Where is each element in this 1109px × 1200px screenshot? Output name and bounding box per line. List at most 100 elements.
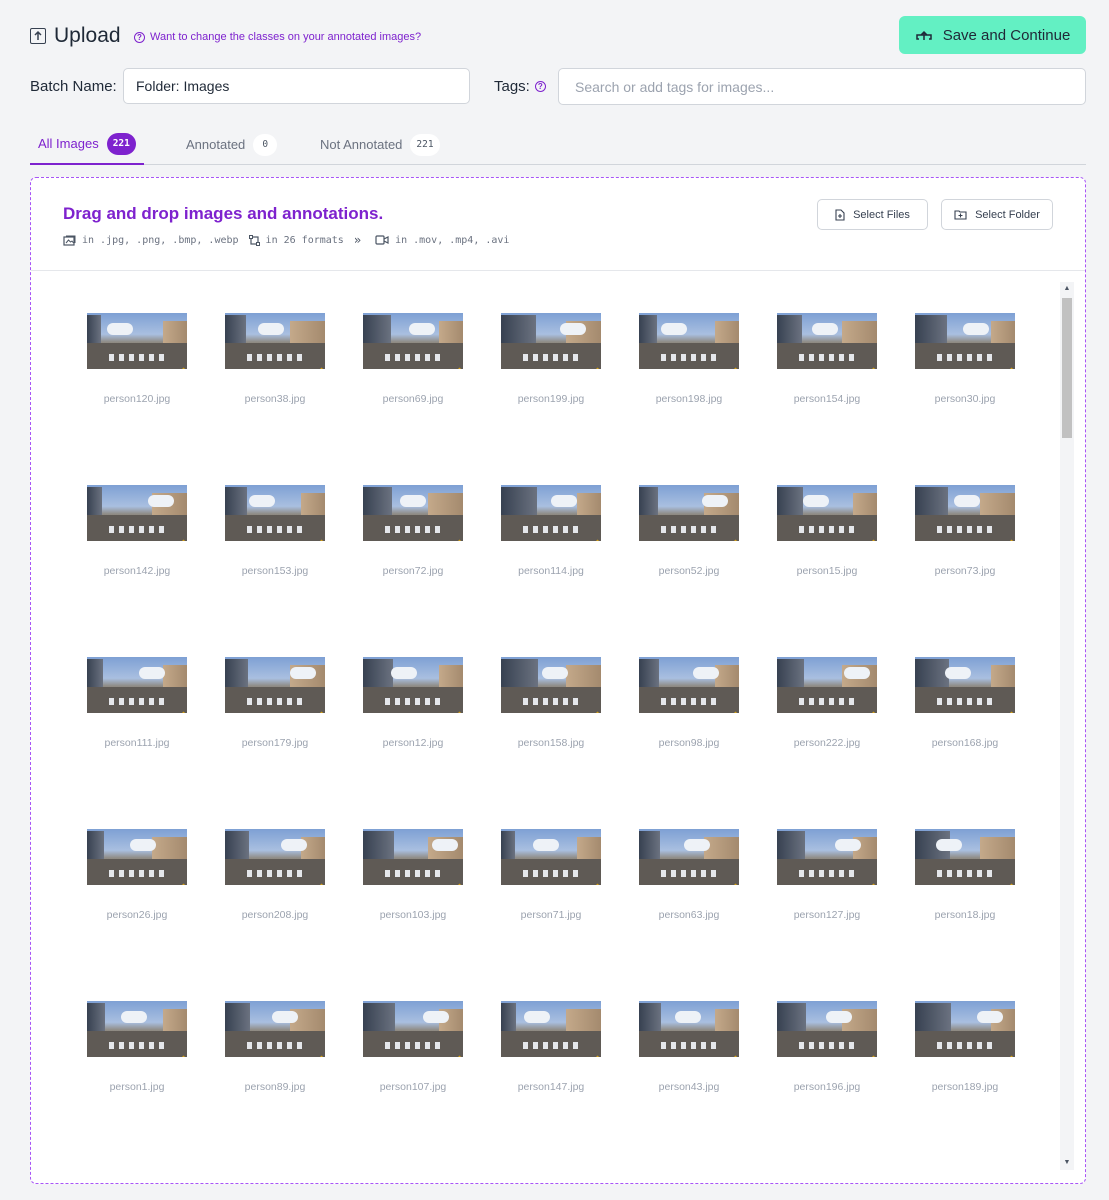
image-thumbnail-card[interactable]: person52.jpg — [639, 485, 739, 577]
tab-not-annotated[interactable]: Not Annotated 221 — [320, 124, 440, 165]
image-thumbnail-card[interactable]: person147.jpg — [501, 1001, 601, 1093]
image-thumbnail[interactable] — [87, 313, 187, 369]
image-thumbnail[interactable] — [87, 829, 187, 885]
image-thumbnail[interactable] — [777, 657, 877, 713]
image-thumbnail[interactable] — [225, 657, 325, 713]
image-thumbnail-card[interactable]: person1.jpg — [87, 1001, 187, 1093]
image-thumbnail[interactable] — [639, 485, 739, 541]
count-badge: 221 — [106, 132, 136, 155]
image-thumbnail-card[interactable]: person168.jpg — [915, 657, 1015, 749]
image-filename: person147.jpg — [517, 1081, 585, 1093]
image-thumbnail[interactable] — [363, 1001, 463, 1057]
tags-label-text: Tags: — [494, 78, 530, 95]
image-thumbnail-card[interactable]: person154.jpg — [777, 313, 877, 405]
image-thumbnail-card[interactable]: person189.jpg — [915, 1001, 1015, 1093]
image-thumbnail-card[interactable]: person18.jpg — [915, 829, 1015, 921]
tab-annotated[interactable]: Annotated 0 — [186, 124, 278, 165]
image-thumbnail[interactable] — [87, 1001, 187, 1057]
chevron-right-icon[interactable]: » — [354, 233, 361, 247]
image-thumbnail[interactable] — [501, 1001, 601, 1057]
image-thumbnail-card[interactable]: person111.jpg — [87, 657, 187, 749]
image-thumbnail-card[interactable]: person72.jpg — [363, 485, 463, 577]
image-thumbnail[interactable] — [915, 313, 1015, 369]
select-folder-button[interactable]: Select Folder — [941, 199, 1053, 230]
save-and-continue-button[interactable]: Save and Continue — [899, 16, 1086, 54]
annotation-formats: in 26 formats — [265, 234, 344, 246]
image-thumbnail-card[interactable]: person114.jpg — [501, 485, 601, 577]
image-thumbnail-card[interactable]: person103.jpg — [363, 829, 463, 921]
image-filename: person71.jpg — [520, 909, 582, 921]
image-thumbnail[interactable] — [363, 829, 463, 885]
image-thumbnail[interactable] — [225, 313, 325, 369]
image-thumbnail-card[interactable]: person30.jpg — [915, 313, 1015, 405]
image-thumbnail[interactable] — [501, 829, 601, 885]
batch-name-input[interactable] — [123, 68, 470, 104]
image-thumbnail-card[interactable]: person73.jpg — [915, 485, 1015, 577]
image-filename: person1.jpg — [109, 1081, 165, 1093]
image-thumbnail[interactable] — [363, 313, 463, 369]
image-thumbnail-card[interactable]: person26.jpg — [87, 829, 187, 921]
scrollbar[interactable]: ▲ ▼ — [1060, 282, 1074, 1170]
image-thumbnail[interactable] — [915, 657, 1015, 713]
change-classes-link[interactable]: ? Want to change the classes on your ann… — [134, 31, 421, 43]
image-filename: person18.jpg — [934, 909, 996, 921]
image-filename: person127.jpg — [793, 909, 861, 921]
image-thumbnail-card[interactable]: person208.jpg — [225, 829, 325, 921]
image-filename: person179.jpg — [241, 737, 309, 749]
image-thumbnail[interactable] — [501, 657, 601, 713]
scroll-down-arrow-icon[interactable]: ▼ — [1060, 1156, 1074, 1170]
tags-input[interactable] — [558, 68, 1086, 105]
image-filename: person38.jpg — [244, 393, 306, 405]
image-thumbnail-card[interactable]: person153.jpg — [225, 485, 325, 577]
image-thumbnail[interactable] — [639, 657, 739, 713]
tab-label: All Images — [38, 136, 99, 151]
image-thumbnail-card[interactable]: person38.jpg — [225, 313, 325, 405]
image-thumbnail[interactable] — [915, 485, 1015, 541]
image-thumbnail-card[interactable]: person89.jpg — [225, 1001, 325, 1093]
image-thumbnail[interactable] — [225, 485, 325, 541]
image-thumbnail[interactable] — [87, 485, 187, 541]
tags-help-icon[interactable]: ? — [534, 81, 546, 92]
image-thumbnail-card[interactable]: person69.jpg — [363, 313, 463, 405]
image-thumbnail-card[interactable]: person12.jpg — [363, 657, 463, 749]
dropzone[interactable]: Drag and drop images and annotations. in… — [30, 177, 1086, 1184]
image-thumbnail-card[interactable]: person222.jpg — [777, 657, 877, 749]
image-thumbnail-card[interactable]: person120.jpg — [87, 313, 187, 405]
image-thumbnail-card[interactable]: person179.jpg — [225, 657, 325, 749]
image-thumbnail-card[interactable]: person142.jpg — [87, 485, 187, 577]
select-files-button[interactable]: Select Files — [817, 199, 928, 230]
image-thumbnail[interactable] — [639, 313, 739, 369]
image-thumbnail-card[interactable]: person63.jpg — [639, 829, 739, 921]
image-thumbnail-card[interactable]: person107.jpg — [363, 1001, 463, 1093]
tab-all-images[interactable]: All Images 221 — [30, 124, 144, 165]
image-thumbnail-card[interactable]: person158.jpg — [501, 657, 601, 749]
image-thumbnail[interactable] — [225, 829, 325, 885]
image-thumbnail[interactable] — [915, 1001, 1015, 1057]
image-thumbnail[interactable] — [501, 485, 601, 541]
image-thumbnail[interactable] — [639, 829, 739, 885]
image-thumbnail-card[interactable]: person199.jpg — [501, 313, 601, 405]
image-thumbnail[interactable] — [501, 313, 601, 369]
image-thumbnail-card[interactable]: person98.jpg — [639, 657, 739, 749]
image-thumbnail[interactable] — [777, 1001, 877, 1057]
image-thumbnail[interactable] — [915, 829, 1015, 885]
image-thumbnail[interactable] — [363, 485, 463, 541]
image-thumbnail[interactable] — [777, 485, 877, 541]
image-thumbnail-card[interactable]: person127.jpg — [777, 829, 877, 921]
image-formats: in .jpg, .png, .bmp, .webp — [82, 234, 239, 246]
image-thumbnail-card[interactable]: person196.jpg — [777, 1001, 877, 1093]
image-thumbnail-card[interactable]: person71.jpg — [501, 829, 601, 921]
image-thumbnail[interactable] — [777, 313, 877, 369]
image-thumbnail[interactable] — [639, 1001, 739, 1057]
scrollbar-thumb[interactable] — [1062, 298, 1072, 438]
count-badge: 0 — [253, 133, 278, 156]
image-thumbnail[interactable] — [777, 829, 877, 885]
scroll-up-arrow-icon[interactable]: ▲ — [1060, 282, 1074, 296]
image-thumbnail[interactable] — [87, 657, 187, 713]
image-thumbnail-card[interactable]: person198.jpg — [639, 313, 739, 405]
upload-icon — [30, 28, 46, 44]
image-thumbnail[interactable] — [225, 1001, 325, 1057]
image-thumbnail[interactable] — [363, 657, 463, 713]
image-thumbnail-card[interactable]: person15.jpg — [777, 485, 877, 577]
image-thumbnail-card[interactable]: person43.jpg — [639, 1001, 739, 1093]
